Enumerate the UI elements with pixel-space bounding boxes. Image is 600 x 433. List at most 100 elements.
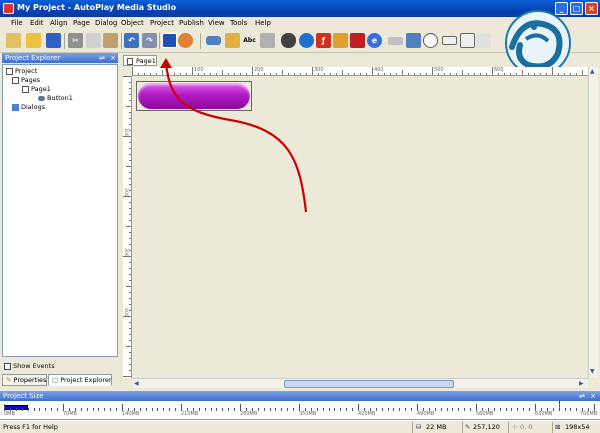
pencil-icon: ✎ (6, 376, 12, 384)
status-object-position: 0, 0 (520, 423, 533, 431)
horizontal-scrollbar[interactable]: ◀ ▶ (133, 378, 588, 388)
button1-object[interactable] (136, 81, 252, 111)
ps-close-icon[interactable]: × (589, 392, 597, 400)
purple-pill-button[interactable] (138, 83, 250, 109)
tree-label-pages: Pages (21, 76, 41, 84)
add-slideshow-icon[interactable] (333, 33, 348, 48)
tree-item-page1[interactable]: Page1 (22, 85, 51, 93)
add-paragraph-icon[interactable] (260, 33, 275, 48)
menu-file[interactable]: File (11, 19, 23, 27)
project-tree: Project Pages Page1 Button1 Dialogs (2, 64, 118, 357)
project-explorer-title: Project Explorer (5, 54, 61, 62)
project-explorer-panel: Project Explorer ⇌ × Project Pages Page1… (0, 53, 120, 389)
panel-close-icon[interactable]: × (109, 54, 117, 62)
cut-icon[interactable]: ✂ (68, 33, 83, 48)
window-title: My Project - AutoPlay Media Studio (17, 3, 177, 12)
undo-icon[interactable]: ↶ (124, 33, 139, 48)
design-canvas[interactable] (133, 77, 589, 378)
scroll-right-icon[interactable]: ▶ (579, 380, 587, 388)
status-help-text: Press F1 for Help (3, 423, 58, 431)
vertical-ruler: 100 200 300 400 (123, 76, 132, 378)
tree-item-button1[interactable]: Button1 (38, 94, 73, 102)
add-web-icon[interactable] (299, 33, 314, 48)
open-folder-icon[interactable] (26, 33, 41, 48)
tree-label-project: Project (15, 67, 38, 75)
add-radio-icon[interactable] (423, 33, 438, 48)
page-tab-icon (127, 58, 133, 65)
size-limit-marker (558, 401, 560, 411)
tab-project-explorer[interactable]: ▢ Project Explorer (48, 374, 112, 386)
vertical-scrollbar[interactable]: ▲ ▼ (588, 67, 598, 378)
ps-pin-icon[interactable]: ⇌ (578, 392, 586, 400)
tab-page1-label: Page1 (136, 57, 156, 65)
size-scale-label: 350MB (299, 411, 317, 417)
add-video-icon[interactable] (281, 33, 296, 48)
tab-page1[interactable]: Page1 (123, 55, 157, 66)
scroll-left-icon[interactable]: ◀ (134, 380, 142, 388)
status-object-size: 198x54 (565, 423, 590, 431)
menu-dialog[interactable]: Dialog (95, 19, 117, 27)
add-ie-icon[interactable]: e (367, 33, 382, 48)
paste-icon[interactable] (103, 33, 118, 48)
size-scale-label: 420MB (358, 411, 376, 417)
menu-align[interactable]: Align (50, 19, 68, 27)
preview-icon[interactable] (162, 33, 177, 48)
explorer-icon: ▢ (52, 376, 59, 384)
publish-icon[interactable] (178, 33, 193, 48)
add-listbox-icon[interactable] (460, 33, 475, 48)
project-explorer-header: Project Explorer ⇌ × (2, 53, 118, 63)
dialogs-icon (12, 103, 19, 111)
vruler-label: 300 (123, 248, 128, 257)
add-pdf-icon[interactable] (350, 33, 365, 48)
tree-label-button1: Button1 (47, 94, 73, 102)
save-icon[interactable] (46, 33, 61, 48)
status-coordinates: 257,120 (473, 423, 500, 431)
checkbox-box[interactable] (4, 362, 11, 370)
add-input-icon[interactable] (388, 37, 403, 45)
add-image-icon[interactable] (225, 33, 240, 48)
size-scale-label: 140MB (122, 411, 140, 417)
menu-object[interactable]: Object (121, 19, 144, 27)
add-label-icon[interactable]: Abc (242, 33, 257, 48)
project-size-scale: 0MB 70MB 140MB 210MB 280MB 350MB 420MB 490MB 560… (0, 401, 600, 420)
menu-page[interactable]: Page (73, 19, 90, 27)
redo-icon[interactable]: ↷ (142, 33, 157, 48)
hruler-label: 500 (434, 67, 444, 73)
add-tree-icon[interactable] (476, 33, 491, 48)
tree-item-project[interactable]: Project (6, 67, 37, 75)
size-scale-label: 490MB (417, 411, 435, 417)
scroll-down-icon[interactable]: ▼ (590, 368, 595, 375)
scroll-up-icon[interactable]: ▲ (590, 68, 595, 75)
menu-edit[interactable]: Edit (30, 19, 44, 27)
menu-project[interactable]: Project (150, 19, 174, 27)
show-events-checkbox[interactable]: Show Events (4, 362, 55, 370)
project-size-title: Project Size (3, 392, 44, 400)
horizontal-ruler: 100 200 300 400 500 600 (132, 67, 588, 76)
vruler-label: 100 (123, 128, 128, 137)
add-button-icon[interactable] (206, 36, 221, 45)
wizard-icon[interactable] (6, 33, 21, 48)
hruler-label: 100 (194, 67, 204, 73)
tree-item-pages[interactable]: Pages (12, 76, 40, 84)
tab-properties[interactable]: ✎ Properties (2, 374, 47, 386)
menu-publish[interactable]: Publish (179, 19, 204, 27)
project-icon (6, 67, 13, 75)
hruler-label: 600 (494, 67, 504, 73)
add-checkbox-icon[interactable] (406, 33, 421, 48)
add-flash-icon[interactable]: ƒ (316, 33, 331, 48)
horizontal-scroll-thumb[interactable] (284, 380, 454, 388)
close-button[interactable]: × (585, 2, 598, 15)
add-combobox-icon[interactable] (442, 36, 457, 45)
menu-view[interactable]: View (208, 19, 225, 27)
menu-tools[interactable]: Tools (230, 19, 247, 27)
explorer-tabs: ✎ Properties ▢ Project Explorer (2, 373, 118, 387)
tree-label-page1: Page1 (31, 85, 51, 93)
tab-properties-label: Properties (13, 376, 47, 384)
project-size-header: Project Size ⇌ × (0, 391, 600, 401)
tree-item-dialogs[interactable]: Dialogs (12, 103, 45, 111)
copy-icon[interactable] (86, 33, 101, 48)
menu-help[interactable]: Help (255, 19, 271, 27)
size-scale-label: 210MB (181, 411, 199, 417)
hruler-label: 400 (374, 67, 384, 73)
pin-icon[interactable]: ⇌ (98, 54, 106, 62)
